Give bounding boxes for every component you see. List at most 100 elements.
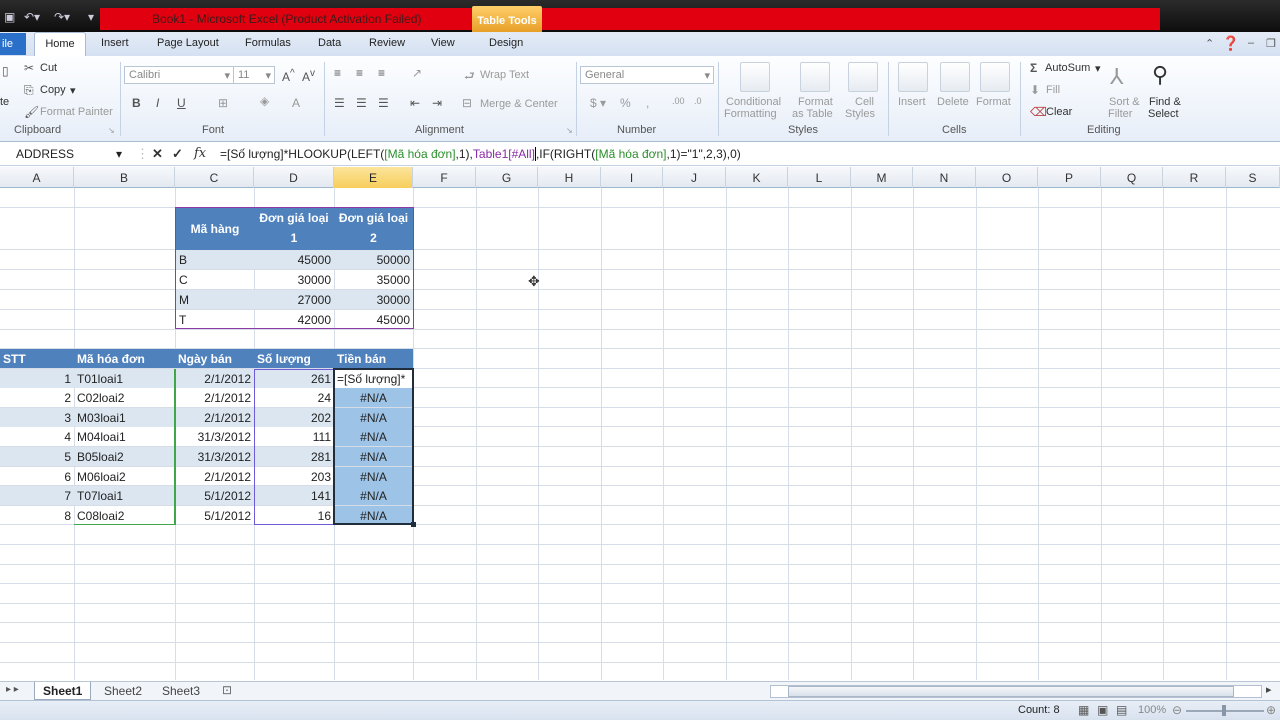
table-cell[interactable]: 30000 [254,270,334,289]
cut-button[interactable]: Cut [40,62,57,74]
merge-center-button[interactable]: Merge & Center [480,98,558,110]
table-cell[interactable]: 2 [0,388,74,407]
wrap-text-icon[interactable]: ⮐ [464,67,475,88]
undo-icon[interactable]: ↶▾ [24,10,40,24]
column-header[interactable]: H [538,167,601,188]
font-size-select[interactable]: 11 ▾ [233,66,275,84]
help-icon[interactable]: ❓ [1222,35,1239,52]
find-select-label1[interactable]: Find & [1149,96,1181,108]
zoom-out-icon[interactable]: ⊖ [1172,703,1182,717]
autosum-dropdown-icon[interactable]: ▾ [1095,62,1101,75]
table-cell[interactable]: B05loai2 [74,447,175,466]
table-cell[interactable]: 5/1/2012 [175,506,254,525]
align-top-icon[interactable]: ≡ [334,66,341,80]
insert-cells-button[interactable]: Insert [898,96,926,108]
table-cell[interactable]: 45000 [334,310,413,329]
table-cell[interactable]: T07loai1 [74,486,175,505]
font-color-icon[interactable]: A [292,96,300,110]
save-icon[interactable]: ▣ [4,10,15,24]
increase-indent-icon[interactable]: ⇥ [432,96,442,110]
table-cell[interactable]: 45000 [254,250,334,269]
sort-filter-icon[interactable]: ⅄ [1110,64,1123,90]
price-table-header[interactable]: Đơn giá loại 1 [254,208,334,250]
table-cell[interactable]: 2/1/2012 [175,388,254,407]
tab-page-layout[interactable]: Page Layout [157,37,219,49]
tab-design[interactable]: Design [489,37,523,49]
grow-font-icon[interactable]: A^ [282,68,295,84]
table-cell[interactable]: M06loai2 [74,467,175,486]
column-header[interactable]: C [175,167,254,188]
paste-icon[interactable]: ▯ [2,64,9,78]
zoom-in-icon[interactable]: ⊕ [1266,703,1276,717]
tab-review[interactable]: Review [369,37,405,49]
fill-color-icon[interactable]: ◈ [260,94,269,108]
column-header[interactable]: N [913,167,976,188]
font-name-select[interactable]: Calibri ▾ [124,66,234,84]
insert-sheet-icon[interactable]: ⊡ [222,683,232,697]
increase-decimal-icon[interactable]: .00 [672,96,685,106]
page-layout-view-icon[interactable]: ▣ [1097,703,1108,717]
wrap-text-button[interactable]: Wrap Text [480,69,529,81]
table-cell[interactable]: 35000 [334,270,413,289]
borders-icon[interactable]: ⊞ [218,96,228,110]
orientation-icon[interactable]: ↗ [412,66,422,80]
clear-button[interactable]: Clear [1046,106,1072,118]
sheet-tab-1[interactable]: Sheet1 [34,682,92,700]
column-header[interactable]: Q [1101,167,1163,188]
table-cell[interactable]: T01loai1 [74,369,175,388]
formula-bar-grip-icon[interactable]: ⋮ [136,146,149,162]
window-restore-icon[interactable]: ❐ [1266,37,1276,50]
table-cell[interactable]: 8 [0,506,74,525]
underline-icon[interactable]: U [177,96,186,110]
sort-filter-label1[interactable]: Sort & [1109,96,1140,108]
column-header[interactable]: E [334,167,413,188]
tab-view[interactable]: View [431,37,455,49]
decrease-indent-icon[interactable]: ⇤ [410,96,420,110]
cell-styles-label1[interactable]: Cell [855,96,874,108]
tab-file[interactable]: ile [0,33,26,55]
table-cell[interactable]: 3 [0,408,74,427]
merge-center-icon[interactable]: ⊟ [462,96,472,110]
redo-icon[interactable]: ↷▾ [54,10,70,24]
copy-dropdown-icon[interactable]: ▾ [70,84,76,97]
cell-styles-label2[interactable]: Styles [845,108,875,120]
column-header[interactable]: S [1226,167,1280,188]
table-cell[interactable]: 50000 [334,250,413,269]
column-header[interactable]: R [1163,167,1226,188]
table-cell[interactable]: 2/1/2012 [175,408,254,427]
align-right-icon[interactable]: ☰ [378,96,389,110]
fill-icon[interactable]: ⬇ [1030,83,1040,97]
minimize-ribbon-icon[interactable]: ⌃ [1205,37,1214,50]
scroll-right-icon[interactable]: ▸ [1266,683,1272,696]
table-cell[interactable]: 31/3/2012 [175,447,254,466]
sheet-tab-2[interactable]: Sheet2 [96,682,150,700]
chevron-down-icon[interactable]: ▾ [116,147,122,161]
window-minimize-icon[interactable]: – [1248,37,1254,49]
conditional-formatting-icon[interactable] [740,62,770,92]
table-cell[interactable]: 7 [0,486,74,505]
conditional-formatting-label2[interactable]: Formatting [724,108,777,120]
fill-button[interactable]: Fill [1046,84,1060,96]
table-cell[interactable]: T [176,310,254,329]
format-as-table-label2[interactable]: as Table [792,108,833,120]
table-cell[interactable]: M03loai1 [74,408,175,427]
format-cells-button[interactable]: Format [976,96,1011,108]
table-cell[interactable]: 2/1/2012 [175,467,254,486]
column-header[interactable]: B [74,167,175,188]
delete-cells-icon[interactable] [940,62,970,92]
price-table-header[interactable]: Mã hàng [176,208,254,250]
cell-styles-icon[interactable] [848,62,878,92]
name-box[interactable]: ADDRESS ▾ [0,144,128,164]
table-cell[interactable]: 6 [0,467,74,486]
zoom-level[interactable]: 100% [1138,704,1166,716]
table-cell[interactable]: C08loai2 [74,506,175,525]
sort-filter-label2[interactable]: Filter [1108,108,1132,120]
sales-table-header[interactable]: Mã hóa đơn [74,349,175,368]
sheet-tab-3[interactable]: Sheet3 [154,682,208,700]
shrink-font-icon[interactable]: Av [302,68,315,84]
column-header[interactable]: P [1038,167,1101,188]
number-format-select[interactable]: General ▾ [580,66,714,84]
decrease-decimal-icon[interactable]: .0 [694,96,702,106]
table-cell[interactable]: 30000 [334,290,413,309]
horizontal-scroll-thumb[interactable] [788,686,1234,697]
